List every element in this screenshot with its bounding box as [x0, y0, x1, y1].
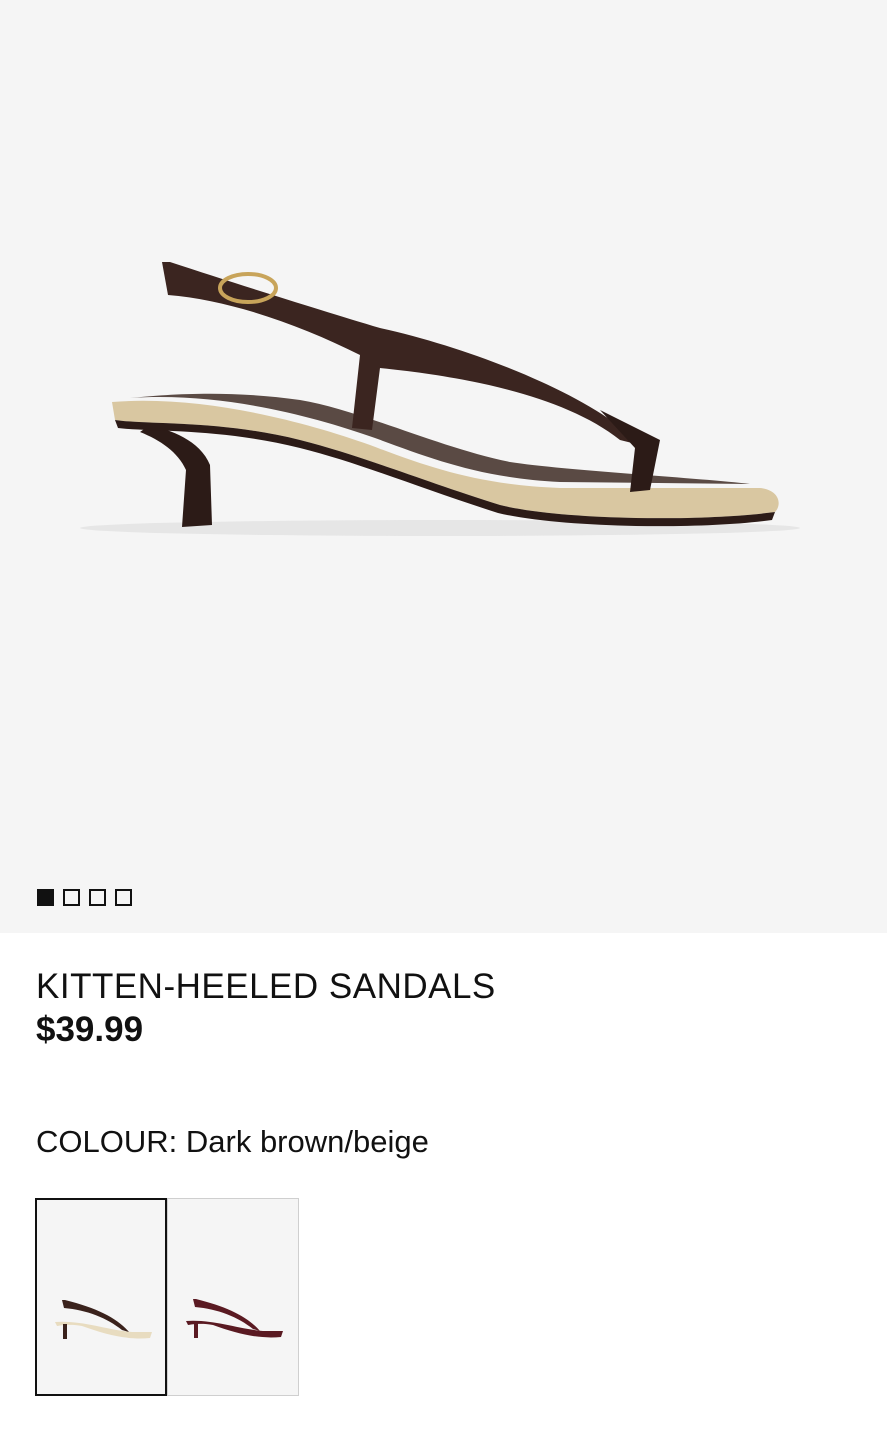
gallery-pagination [37, 889, 132, 906]
product-price: $39.99 [36, 1010, 144, 1049]
swatch-shoe-image [186, 1299, 283, 1338]
swatch-burgundy[interactable] [167, 1198, 299, 1396]
colour-selection: COLOUR: Dark brown/beige [36, 1124, 429, 1160]
product-image-gallery[interactable] [0, 0, 887, 933]
swatch-shoe-image [55, 1300, 152, 1339]
colour-value: Dark brown/beige [185, 1124, 429, 1159]
gallery-dot-1[interactable] [37, 889, 54, 906]
product-image [80, 262, 800, 536]
product-title: KITTEN-HEELED SANDALS [36, 967, 496, 1006]
swatch-dark-brown-beige[interactable] [35, 1198, 167, 1396]
gallery-dot-3[interactable] [89, 889, 106, 906]
colour-label: COLOUR: [36, 1124, 178, 1159]
gallery-dot-2[interactable] [63, 889, 80, 906]
gallery-dot-4[interactable] [115, 889, 132, 906]
colour-swatches [35, 1198, 299, 1396]
